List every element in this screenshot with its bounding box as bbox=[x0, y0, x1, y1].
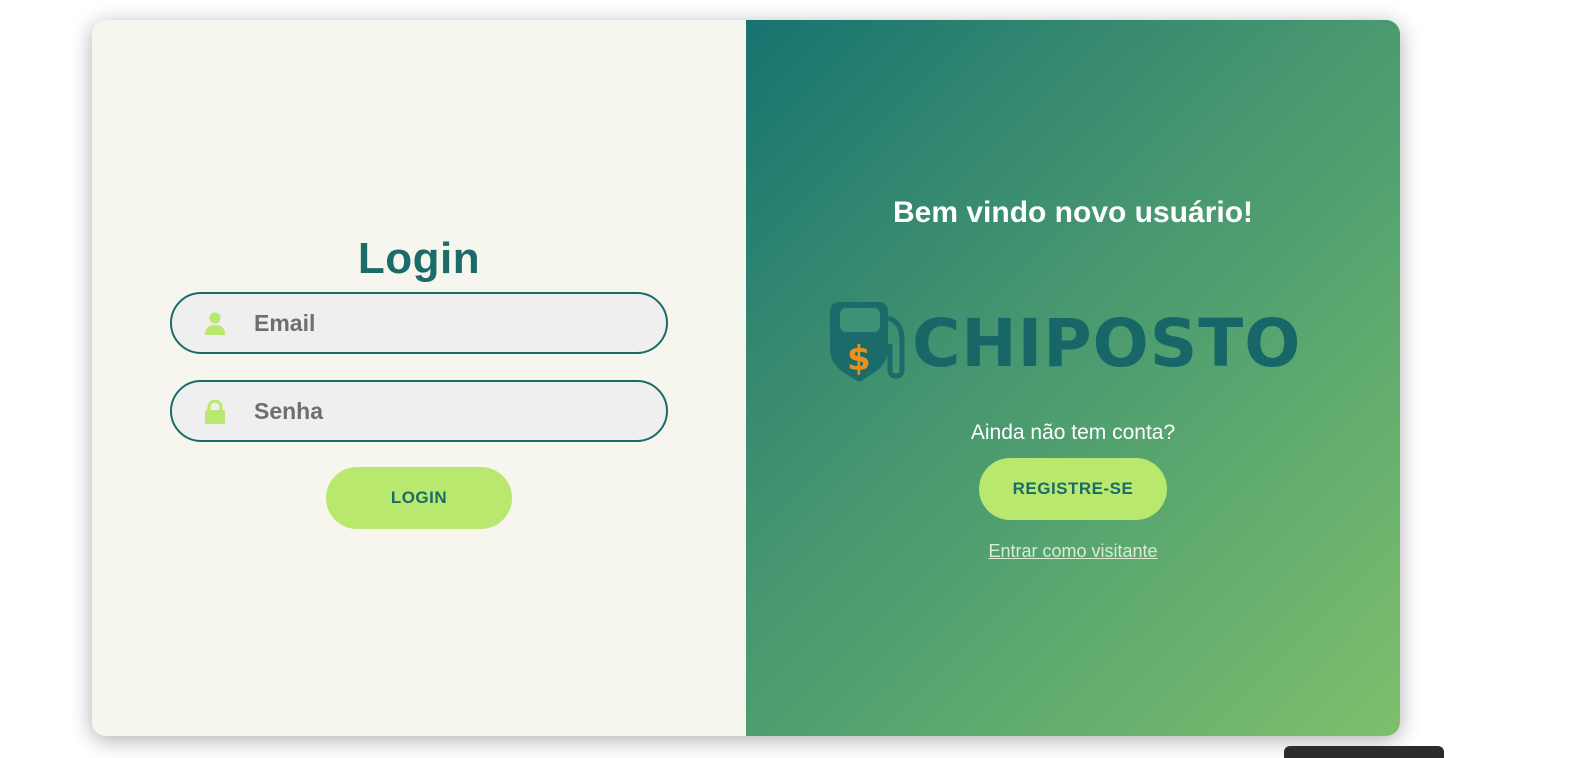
lock-icon bbox=[205, 400, 225, 424]
login-button[interactable]: LOGIN bbox=[326, 467, 512, 529]
login-panel: Login LOGIN bbox=[92, 20, 746, 736]
svg-text:$: $ bbox=[847, 339, 871, 379]
welcome-heading: Bem vindo novo usuário! bbox=[892, 196, 1254, 229]
no-account-question: Ainda não tem conta? bbox=[970, 421, 1176, 444]
email-input[interactable] bbox=[254, 294, 644, 352]
password-input[interactable] bbox=[254, 382, 644, 440]
login-title: Login bbox=[357, 234, 481, 283]
fuel-pump-dollar-icon: $ bbox=[830, 302, 905, 382]
email-field[interactable] bbox=[170, 292, 668, 354]
register-button[interactable]: REGISTRE-SE bbox=[979, 458, 1167, 520]
user-icon bbox=[205, 312, 225, 335]
logo-text: CHIPOSTO bbox=[912, 305, 1302, 382]
password-field[interactable] bbox=[170, 380, 668, 442]
chiposto-logo: $ CHIPOSTO bbox=[824, 300, 1300, 386]
bottom-corner-tab bbox=[1284, 746, 1444, 758]
welcome-panel: Bem vindo novo usuário! $ CHIPOSTO Ainda… bbox=[746, 20, 1400, 736]
guest-login-link[interactable]: Entrar como visitante bbox=[746, 541, 1400, 562]
auth-card: Login LOGIN Bem vindo novo usuário! bbox=[92, 20, 1400, 736]
